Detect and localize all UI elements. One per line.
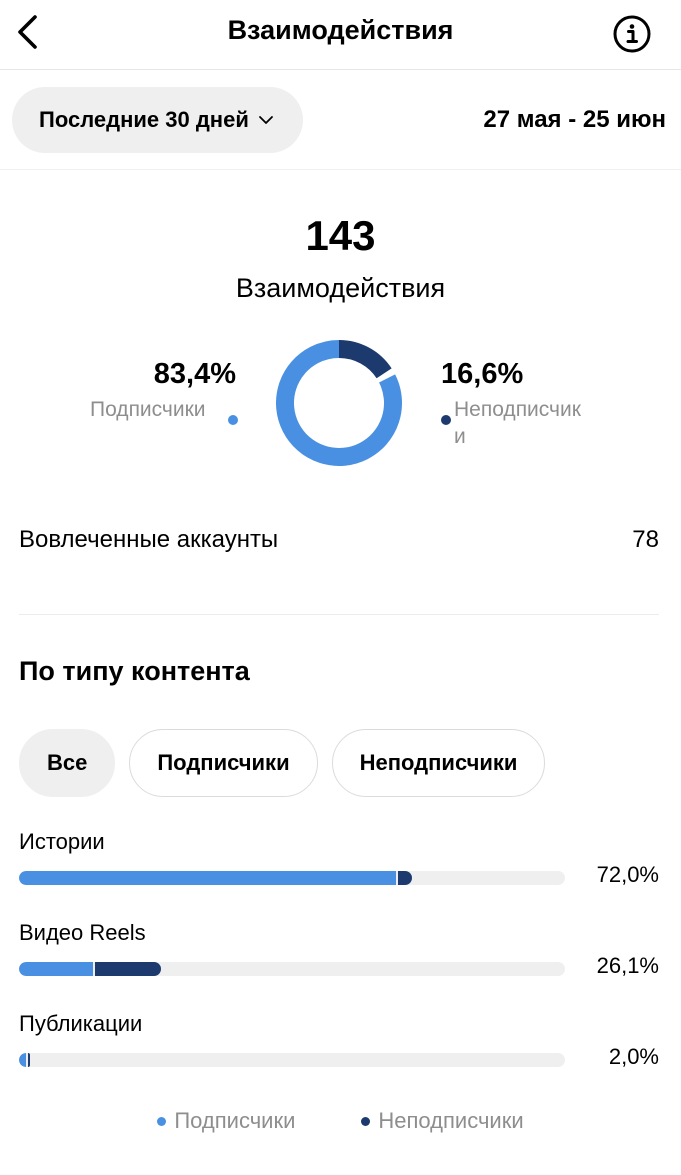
legend-followers-label: Подписчики [174, 1108, 296, 1133]
period-label: Последние 30 дней [39, 107, 249, 132]
filter-row: Последние 30 дней 27 мая - 25 июн [0, 70, 681, 170]
content-row-posts: Публикации 2,0% [19, 1011, 659, 1069]
total-interactions-label: Взаимодействия [235, 273, 446, 303]
content-row-value: 26,1% [596, 953, 659, 978]
audience-filter-chips: Все Подписчики Неподписчики [19, 729, 559, 797]
content-row-label: Публикации [19, 1011, 143, 1036]
nonfollowers-dot [441, 415, 451, 425]
accounts-engaged-value: 78 [632, 526, 659, 553]
page-title: Взаимодействия [227, 15, 454, 45]
followers-stat: 83,4% Подписчики [70, 358, 238, 425]
info-circle-icon [613, 15, 651, 53]
content-row-reels: Видео Reels 26,1% [19, 920, 659, 978]
section-title: По типу контента [19, 656, 250, 686]
total-interactions: 143 [305, 212, 376, 259]
nonfollowers-percent: 16,6% [441, 358, 524, 390]
content-row-value: 72,0% [596, 862, 659, 887]
nonfollowers-stat: 16,6% Неподписчики [441, 358, 621, 448]
top-bar: Взаимодействия [0, 0, 681, 70]
legend-nonfollowers-dot [361, 1116, 371, 1126]
donut-chart [276, 340, 402, 466]
period-dropdown[interactable]: Последние 30 дней [12, 87, 303, 153]
accounts-engaged-label: Вовлеченные аккаунты [19, 526, 279, 553]
bar-nonfollowers-segment [397, 871, 413, 885]
content-row-bar [19, 962, 565, 976]
bar-followers-segment [19, 962, 93, 976]
info-button[interactable] [612, 14, 652, 54]
chip-nonfollowers[interactable]: Неподписчики [331, 729, 546, 797]
nonfollowers-label: Неподписчики [454, 398, 581, 448]
divider [19, 614, 659, 615]
accounts-engaged-row: Вовлеченные аккаунты 78 [19, 526, 659, 554]
legend-nonfollowers: Неподписчики [361, 1108, 524, 1134]
content-row-bar [19, 871, 565, 885]
legend-followers-dot [157, 1116, 167, 1126]
followers-dot [228, 415, 238, 425]
date-range: 27 мая - 25 июн [483, 106, 666, 133]
content-row-stories: Истории 72,0% [19, 829, 659, 887]
content-row-label: Истории [19, 829, 105, 854]
content-row-label: Видео Reels [19, 920, 146, 945]
chevron-down-icon [258, 116, 273, 124]
bar-nonfollowers-segment [94, 962, 162, 976]
bar-followers-segment [19, 1053, 26, 1067]
followers-percent: 83,4% [153, 358, 236, 390]
content-row-value: 2,0% [608, 1044, 659, 1069]
legend-followers: Подписчики [157, 1108, 295, 1134]
bar-followers-segment [19, 871, 396, 885]
bar-nonfollowers-segment [27, 1053, 30, 1067]
legend-nonfollowers-label: Неподписчики [378, 1108, 524, 1133]
chip-all[interactable]: Все [19, 729, 116, 797]
followers-label: Подписчики [90, 398, 206, 421]
chip-followers[interactable]: Подписчики [129, 729, 318, 797]
legend: Подписчики Неподписчики [0, 1108, 681, 1134]
content-row-bar [19, 1053, 565, 1067]
